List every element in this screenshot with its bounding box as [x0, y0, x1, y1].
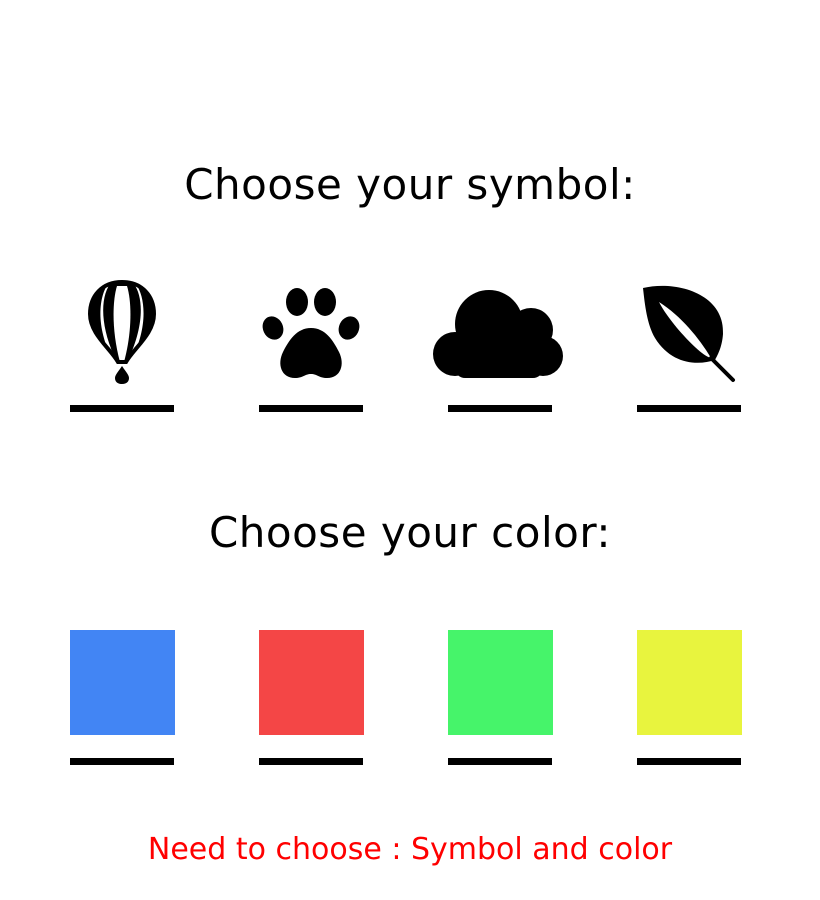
cloud-icon	[433, 278, 563, 384]
symbol-underline	[70, 405, 174, 412]
color-option-yellow[interactable]	[637, 630, 742, 770]
color-underline	[448, 758, 552, 765]
symbol-option-balloon[interactable]	[70, 278, 174, 418]
color-option-red[interactable]	[259, 630, 364, 770]
color-underline	[637, 758, 741, 765]
color-heading: Choose your color:	[208, 508, 612, 557]
color-underline	[70, 758, 174, 765]
color-options	[70, 630, 742, 770]
color-swatch-blue	[70, 630, 175, 735]
symbol-underline	[259, 405, 363, 412]
symbol-option-cloud[interactable]	[433, 278, 563, 418]
color-swatch-yellow	[637, 630, 742, 735]
color-underline	[259, 758, 363, 765]
symbol-option-leaf[interactable]	[637, 278, 741, 418]
symbol-underline	[448, 405, 552, 412]
color-option-green[interactable]	[448, 630, 553, 770]
leaf-icon	[637, 278, 741, 384]
status-message: Need to choose : Symbol and color	[147, 832, 673, 867]
color-option-blue[interactable]	[70, 630, 175, 770]
symbol-heading: Choose your symbol:	[184, 160, 636, 209]
symbol-options	[70, 278, 742, 418]
paw-print-icon	[259, 278, 363, 384]
symbol-underline	[637, 405, 741, 412]
color-swatch-red	[259, 630, 364, 735]
hot-air-balloon-icon	[70, 278, 174, 384]
symbol-option-paw[interactable]	[259, 278, 363, 418]
color-swatch-green	[448, 630, 553, 735]
